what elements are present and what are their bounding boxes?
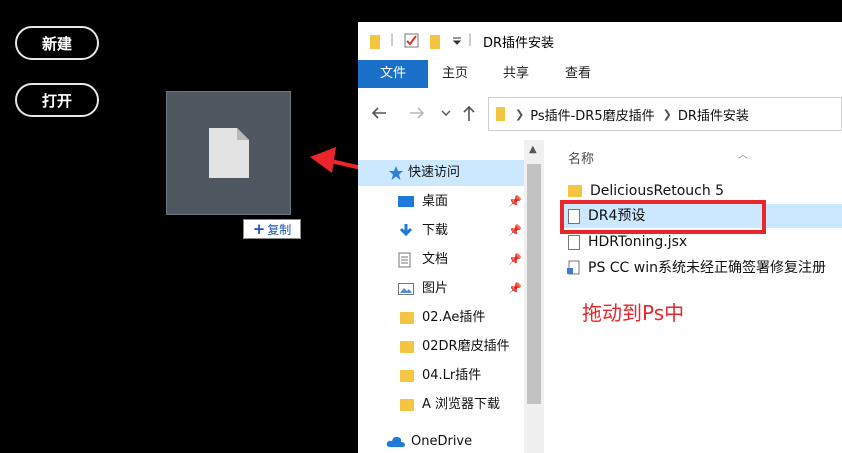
navigation-scrollbar[interactable]: ▲ (524, 140, 544, 453)
new-folder-icon[interactable] (428, 34, 444, 50)
new-button[interactable]: 新建 (15, 26, 99, 60)
pin-icon[interactable]: 📌 (508, 253, 522, 266)
title-bar: | | DR插件安装 (358, 22, 842, 60)
nav-item-onedrive[interactable]: OneDrive (386, 429, 472, 453)
file-name: PS CC win系统未经正确签署修复注册 (588, 260, 826, 276)
nav-item-desktop[interactable]: 桌面 (398, 189, 448, 215)
star-icon (389, 166, 403, 180)
nav-item-folder[interactable]: A 浏览器下载 (400, 392, 500, 418)
column-header-name[interactable]: 名称 ︿ (568, 148, 748, 167)
customize-dropdown-icon[interactable] (452, 36, 462, 46)
file-icon (209, 128, 249, 178)
nav-item-documents[interactable]: 文档 (398, 247, 448, 273)
title-separator: | (468, 32, 473, 46)
pin-icon[interactable]: 📌 (508, 195, 522, 208)
folder-icon (496, 107, 505, 121)
tab-view[interactable]: 查看 (553, 60, 603, 88)
registry-file-icon (567, 260, 580, 275)
breadcrumb-chevron-icon[interactable]: ❯ (663, 108, 672, 121)
scroll-up-icon[interactable]: ▲ (529, 144, 537, 155)
nav-item-folder[interactable]: 02DR磨皮插件 (400, 334, 510, 360)
column-label: 名称 (568, 152, 595, 167)
nav-item-folder[interactable]: 02.Ae插件 (400, 305, 485, 331)
tab-share[interactable]: 共享 (491, 60, 541, 88)
nav-label: 文档 (422, 252, 449, 267)
tab-home[interactable]: 主页 (430, 60, 480, 88)
picture-icon (398, 283, 414, 295)
desktop-icon (398, 196, 414, 207)
nav-label: 02.Ae插件 (422, 310, 486, 325)
plus-icon: + (252, 220, 266, 238)
scrollbar-thumb[interactable] (527, 164, 541, 404)
folder-icon (400, 341, 414, 353)
nav-label: 快速访问 (408, 165, 461, 180)
tab-file[interactable]: 文件 (358, 60, 428, 88)
highlight-annotation-box (560, 200, 766, 234)
open-button[interactable]: 打开 (15, 83, 99, 117)
up-arrow-icon[interactable] (462, 104, 476, 122)
sort-caret-icon: ︿ (738, 150, 748, 161)
nav-label: 下载 (422, 223, 449, 238)
properties-icon[interactable] (404, 33, 420, 49)
nav-item-folder[interactable]: 04.Lr插件 (400, 363, 481, 389)
list-item[interactable]: PS CC win系统未经正确签署修复注册 (566, 256, 826, 280)
nav-label: 图片 (422, 281, 449, 296)
nav-item-downloads[interactable]: 下载 (398, 218, 448, 244)
nav-label: A 浏览器下载 (422, 397, 501, 412)
navigation-pane: 快速访问 桌面 📌 下载 📌 文档 📌 图片 📌 02.Ae插件 02DR磨皮插… (358, 140, 544, 453)
nav-label: OneDrive (411, 434, 473, 449)
file-icon (568, 234, 580, 250)
window-title: DR插件安装 (483, 36, 555, 51)
cloud-icon (386, 436, 405, 447)
folder-icon (400, 399, 414, 411)
copy-label: 复制 (267, 222, 292, 237)
navigation-bar: ❯ Ps插件-DR5磨皮插件 ❯ DR插件安装 (358, 88, 842, 140)
forward-arrow-icon[interactable] (408, 106, 426, 120)
copy-tooltip: + 复制 (243, 219, 301, 239)
drag-instruction-label: 拖动到Ps中 (582, 301, 685, 325)
ribbon-tabs: 文件 主页 共享 查看 (358, 60, 842, 89)
nav-quick-access[interactable]: 快速访问 (358, 160, 524, 186)
document-icon (398, 252, 411, 268)
drag-preview-tile (166, 91, 291, 215)
title-separator: | (390, 32, 395, 46)
folder-icon (400, 370, 414, 382)
recent-locations-chevron-icon[interactable] (441, 108, 451, 118)
folder-icon (370, 35, 380, 49)
file-explorer-window: | | DR插件安装 文件 主页 共享 查看 ❯ Ps插件-DR5磨皮插件 ❯ … (358, 22, 842, 453)
folder-icon (568, 185, 582, 197)
nav-item-pictures[interactable]: 图片 (398, 276, 448, 302)
pin-icon[interactable]: 📌 (508, 224, 522, 237)
back-arrow-icon[interactable] (370, 106, 388, 120)
nav-label: 04.Lr插件 (422, 368, 482, 383)
pin-icon[interactable]: 📌 (508, 282, 522, 295)
nav-label: 02DR磨皮插件 (422, 339, 510, 354)
breadcrumb-item[interactable]: DR插件安装 (678, 105, 749, 124)
breadcrumb-chevron-icon[interactable]: ❯ (515, 108, 524, 121)
nav-label: 桌面 (422, 194, 449, 209)
breadcrumb-item[interactable]: Ps插件-DR5磨皮插件 (530, 105, 654, 124)
download-icon (399, 224, 413, 237)
address-bar[interactable]: ❯ Ps插件-DR5磨皮插件 ❯ DR插件安装 (488, 97, 842, 131)
folder-icon (400, 312, 414, 324)
